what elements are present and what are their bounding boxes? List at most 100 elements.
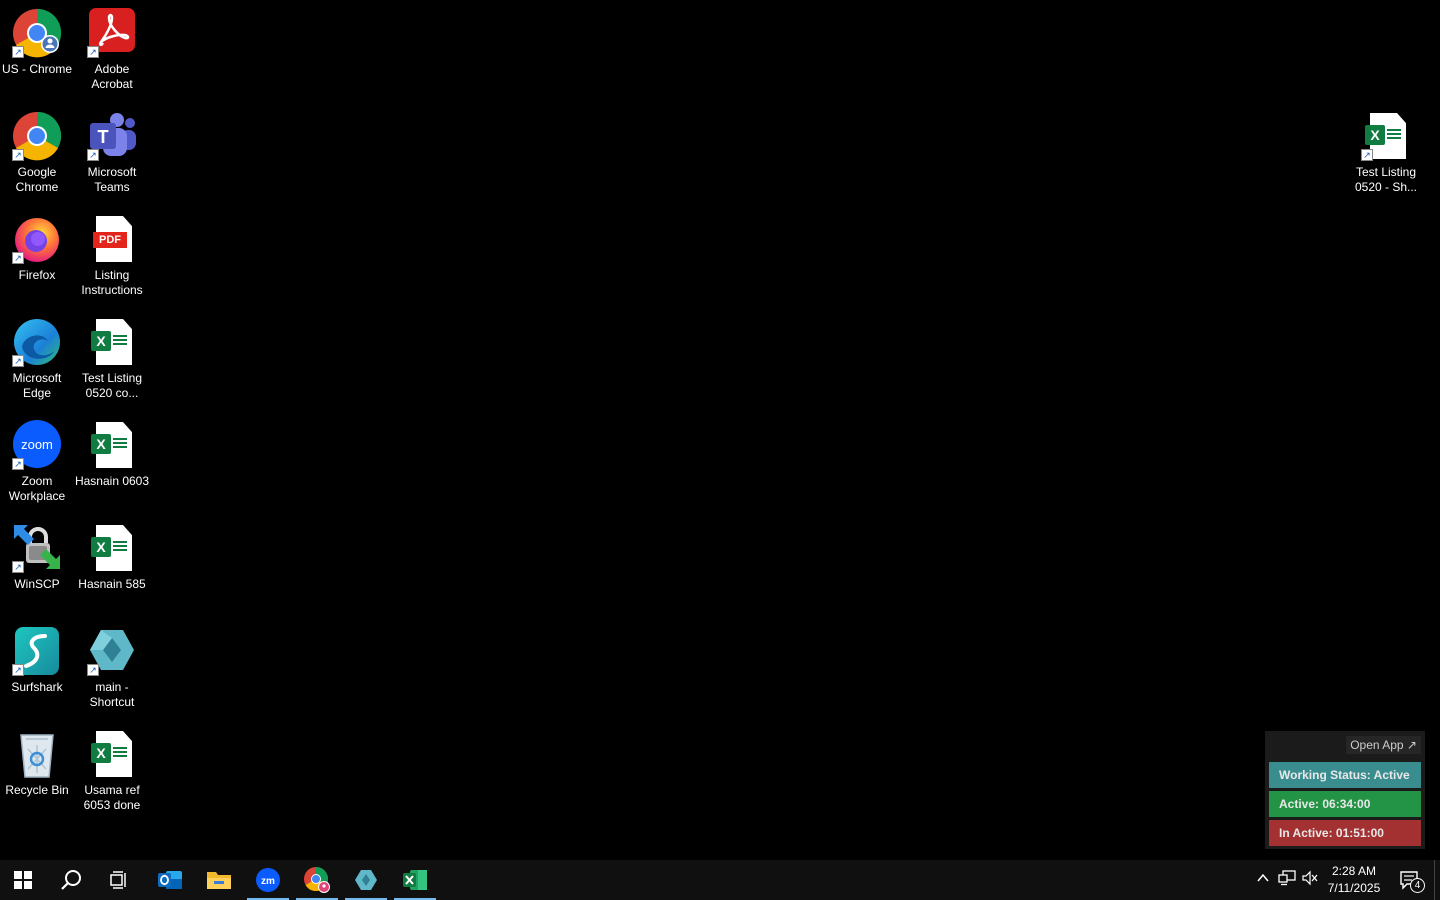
desktop-icon-usama-ref-6053-done[interactable]: X Usama ref 6053 done [74, 729, 150, 813]
desktop-icon-recycle-bin[interactable]: Recycle Bin [0, 729, 75, 798]
working-status-row: Working Status: Active [1269, 762, 1421, 788]
pdf-badge: PDF [93, 232, 127, 248]
desktop-icon-label: Microsoft Teams [87, 165, 137, 194]
shortcut-arrow-icon: ↗ [87, 664, 99, 676]
zoom-taskbar-text: zm [261, 876, 275, 887]
desktop-icon-us-chrome[interactable]: ↗ US - Chrome [0, 8, 75, 77]
desktop-icon-label: Hasnain 0603 [74, 474, 150, 488]
desktop-icon-listing-instructions[interactable]: PDF Listing Instructions [74, 214, 150, 298]
excel-file-icon: X ↗ [1361, 111, 1411, 161]
desktop-icon-label: Test Listing 0520 co... [81, 371, 143, 400]
desktop-icon-label: Recycle Bin [5, 783, 69, 797]
show-desktop-button[interactable] [1434, 860, 1440, 900]
taskbar: zm 2:28 AM 7/11/2025 4 [0, 860, 1440, 900]
search-button[interactable] [48, 860, 94, 900]
network-icon[interactable] [1277, 870, 1297, 890]
desktop-icon-label: WinSCP [14, 577, 60, 591]
taskbar-outlook[interactable] [147, 860, 193, 900]
task-view-icon [110, 871, 126, 889]
excel-badge: X [91, 743, 111, 763]
desktop-icon-label: Microsoft Edge [12, 371, 62, 400]
task-view-button[interactable] [96, 860, 142, 900]
work-status-widget: Open App ↗ Working Status: Active Active… [1265, 731, 1425, 849]
zoom-taskbar-icon: zm [256, 868, 280, 892]
inactive-time-row: In Active: 01:51:00 [1269, 820, 1421, 846]
outlook-icon [158, 871, 182, 889]
notification-count-badge: 4 [1410, 878, 1425, 893]
desktop-icon-label: Zoom Workplace [8, 474, 66, 503]
shortcut-arrow-icon: ↗ [12, 561, 24, 573]
excel-badge: X [1365, 125, 1385, 145]
desktop-icon-winscp[interactable]: ↗ WinSCP [0, 523, 75, 592]
shortcut-arrow-icon: ↗ [1361, 149, 1373, 161]
taskbar-file-explorer[interactable] [196, 860, 242, 900]
adobe-acrobat-icon: ↗ [87, 8, 137, 58]
taskbar-chrome[interactable] [294, 860, 340, 900]
chevron-up-icon[interactable] [1253, 870, 1273, 890]
edge-icon: ↗ [12, 317, 62, 367]
desktop-icon-label: Hasnain 585 [78, 577, 146, 591]
desktop-icon-hasnain-585[interactable]: X Hasnain 585 [74, 523, 150, 592]
desktop-icon-label: Listing Instructions [81, 268, 143, 297]
desktop-icon-label: Surfshark [11, 680, 63, 694]
shortcut-arrow-icon: ↗ [12, 664, 24, 676]
recycle-bin-icon [12, 729, 62, 779]
excel-badge: X [91, 331, 111, 351]
taskbar-zoom[interactable]: zm [245, 860, 291, 900]
shortcut-arrow-icon: ↗ [12, 355, 24, 367]
desktop-icon-surfshark[interactable]: ↗ Surfshark [0, 626, 75, 695]
desktop-icon-google-chrome[interactable]: ↗ Google Chrome [0, 111, 75, 195]
chrome-profile-icon: ↗ [12, 8, 62, 58]
clock-date: 7/11/2025 [1327, 881, 1381, 895]
desktop-icon-label: main - Shortcut [89, 680, 135, 709]
system-clock[interactable]: 2:28 AM 7/11/2025 [1320, 863, 1388, 897]
excel-badge: X [91, 434, 111, 454]
shortcut-arrow-icon: ↗ [12, 252, 24, 264]
winscp-icon: ↗ [12, 523, 62, 573]
desktop-icon-label: US - Chrome [1, 62, 72, 76]
excel-taskbar-icon [403, 870, 427, 890]
excel-file-icon: X [87, 729, 137, 779]
shortcut-arrow-icon: ↗ [87, 46, 99, 58]
excel-badge: X [91, 537, 111, 557]
desktop-icon-microsoft-teams[interactable]: T ↗ Microsoft Teams [74, 111, 150, 195]
search-icon [61, 870, 81, 890]
shortcut-arrow-icon: ↗ [12, 458, 24, 470]
desktop-icon-main-shortcut[interactable]: ↗ main - Shortcut [74, 626, 150, 710]
desktop-icon-microsoft-edge[interactable]: ↗ Microsoft Edge [0, 317, 75, 401]
notification-center-button[interactable]: 4 [1398, 870, 1425, 893]
volume-muted-icon[interactable] [1300, 870, 1320, 890]
start-button[interactable] [0, 860, 46, 900]
desktop-icon-label: Test Listing 0520 - Sh... [1354, 165, 1418, 194]
desktop-icon-label: Firefox [18, 268, 56, 282]
excel-file-icon: X [87, 523, 137, 573]
desktop-icon-firefox[interactable]: ↗ Firefox [0, 214, 75, 283]
zoom-icon: zoom ↗ [12, 420, 62, 470]
taskbar-excel[interactable] [392, 860, 438, 900]
desktop-icon-test-listing-0520-sh[interactable]: X ↗ Test Listing 0520 - Sh... [1348, 111, 1424, 195]
teams-logo-letter: T [98, 127, 109, 147]
desktop-icon-label: Adobe Acrobat [91, 62, 133, 91]
open-app-button[interactable]: Open App ↗ [1346, 736, 1421, 754]
taskbar-main-app[interactable] [343, 860, 389, 900]
desktop-icon-adobe-acrobat[interactable]: ↗ Adobe Acrobat [74, 8, 150, 92]
desktop-icon-hasnain-0603[interactable]: X Hasnain 0603 [74, 420, 150, 489]
desktop-icon-label: Usama ref 6053 done [83, 783, 141, 812]
desktop-icon-zoom-workplace[interactable]: zoom ↗ Zoom Workplace [0, 420, 75, 504]
excel-file-icon: X [87, 317, 137, 367]
excel-file-icon: X [87, 420, 137, 470]
desktop-icon-test-listing-0520-co[interactable]: X Test Listing 0520 co... [74, 317, 150, 401]
app-diamond-icon: ↗ [87, 626, 137, 676]
clock-time: 2:28 AM [1331, 864, 1377, 878]
firefox-icon: ↗ [12, 214, 62, 264]
file-explorer-icon [207, 872, 231, 889]
chrome-taskbar-icon [304, 866, 330, 893]
pdf-file-icon: PDF [87, 214, 137, 264]
shortcut-arrow-icon: ↗ [12, 149, 24, 161]
shortcut-arrow-icon: ↗ [12, 46, 24, 58]
shortcut-arrow-icon: ↗ [87, 149, 99, 161]
surfshark-icon: ↗ [12, 626, 62, 676]
teams-icon: T ↗ [87, 111, 137, 161]
windows-logo-icon [14, 871, 32, 889]
active-time-row: Active: 06:34:00 [1269, 791, 1421, 817]
